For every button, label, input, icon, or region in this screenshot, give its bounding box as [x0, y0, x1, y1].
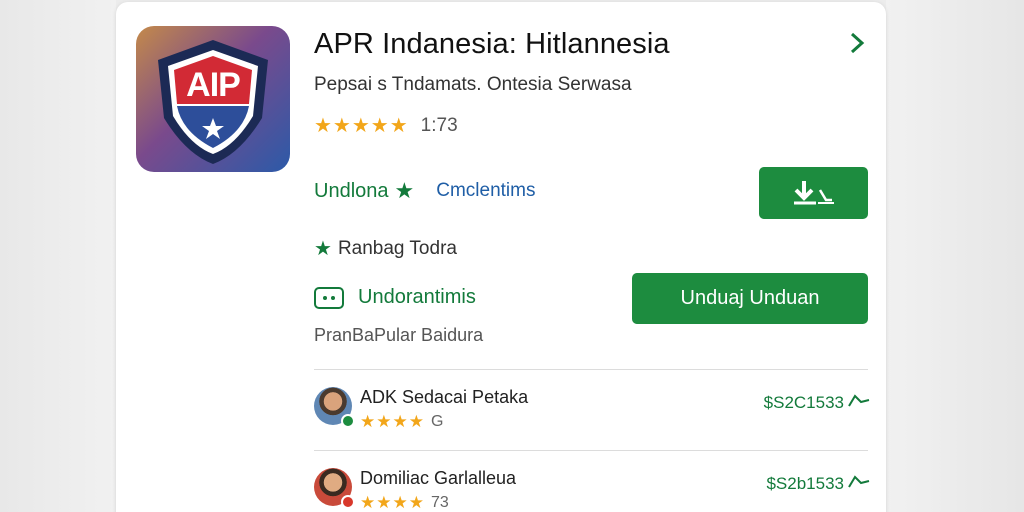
app-rating: ★★★★★ 1:73 [314, 113, 458, 138]
rating-count: 1:73 [420, 114, 458, 136]
rating-stars: ★★★★★ [314, 115, 409, 137]
chat-icon [314, 286, 344, 309]
trend-icon [848, 475, 870, 488]
app-title: APR Indanesia: Hitlannesia [314, 28, 670, 60]
item-name: ADK Sedacai Petaka [360, 387, 529, 407]
background-left [0, 0, 116, 512]
background-right [886, 0, 1024, 512]
link-row: Undlona ★ Cmclentims [314, 178, 535, 204]
install-button[interactable]: Unduaj Unduan [632, 273, 868, 324]
reviews-label[interactable]: Undorantimis [358, 286, 476, 309]
divider [314, 369, 868, 370]
item-stars: ★★★★ [360, 493, 425, 512]
item-price: $S2C1533 [763, 393, 844, 412]
footer-text: PranBaPular Baidura [314, 325, 484, 345]
reviews-row[interactable]: Undorantimis [314, 286, 476, 309]
list-item[interactable]: ADK Sedacai Petaka ★★★★ G $S2C1533 [314, 387, 870, 447]
list-item[interactable]: Domiliac Garlalleua ★★★★ 73 $S2b1533 [314, 468, 870, 512]
app-card: AIP APR Indanesia: Hitlannesia Pepsai s … [116, 2, 886, 512]
download-icon-button[interactable] [759, 167, 868, 219]
item-rating: ★★★★ 73 [360, 493, 449, 512]
item-price: $S2b1533 [766, 474, 844, 493]
app-icon-text: AIP [186, 66, 241, 104]
divider [314, 450, 868, 451]
chevron-right-icon[interactable] [847, 30, 871, 58]
item-stars: ★★★★ [360, 412, 425, 431]
item-count: 73 [430, 494, 449, 511]
item-name: Domiliac Garlalleua [360, 468, 517, 488]
download-link[interactable]: Undlona [314, 180, 389, 203]
app-icon[interactable]: AIP [136, 26, 290, 172]
badge-label: Ranbag Todra [337, 237, 457, 259]
avatar [314, 468, 355, 509]
item-count: G [430, 413, 444, 430]
download-icon [793, 181, 834, 205]
comments-link[interactable]: Cmclentims [436, 180, 535, 202]
star-icon: ★ [394, 178, 415, 203]
trend-icon [848, 394, 870, 407]
status-badge [341, 414, 355, 428]
status-badge [341, 495, 355, 509]
item-rating: ★★★★ G [360, 412, 443, 432]
app-developer[interactable]: Pepsai s Tndamats. Ontesia Serwasa [314, 74, 632, 96]
avatar [314, 387, 355, 428]
badge-row: ★ Ranbag Todra [314, 236, 457, 261]
sparkle-star-icon: ★ [314, 238, 332, 260]
